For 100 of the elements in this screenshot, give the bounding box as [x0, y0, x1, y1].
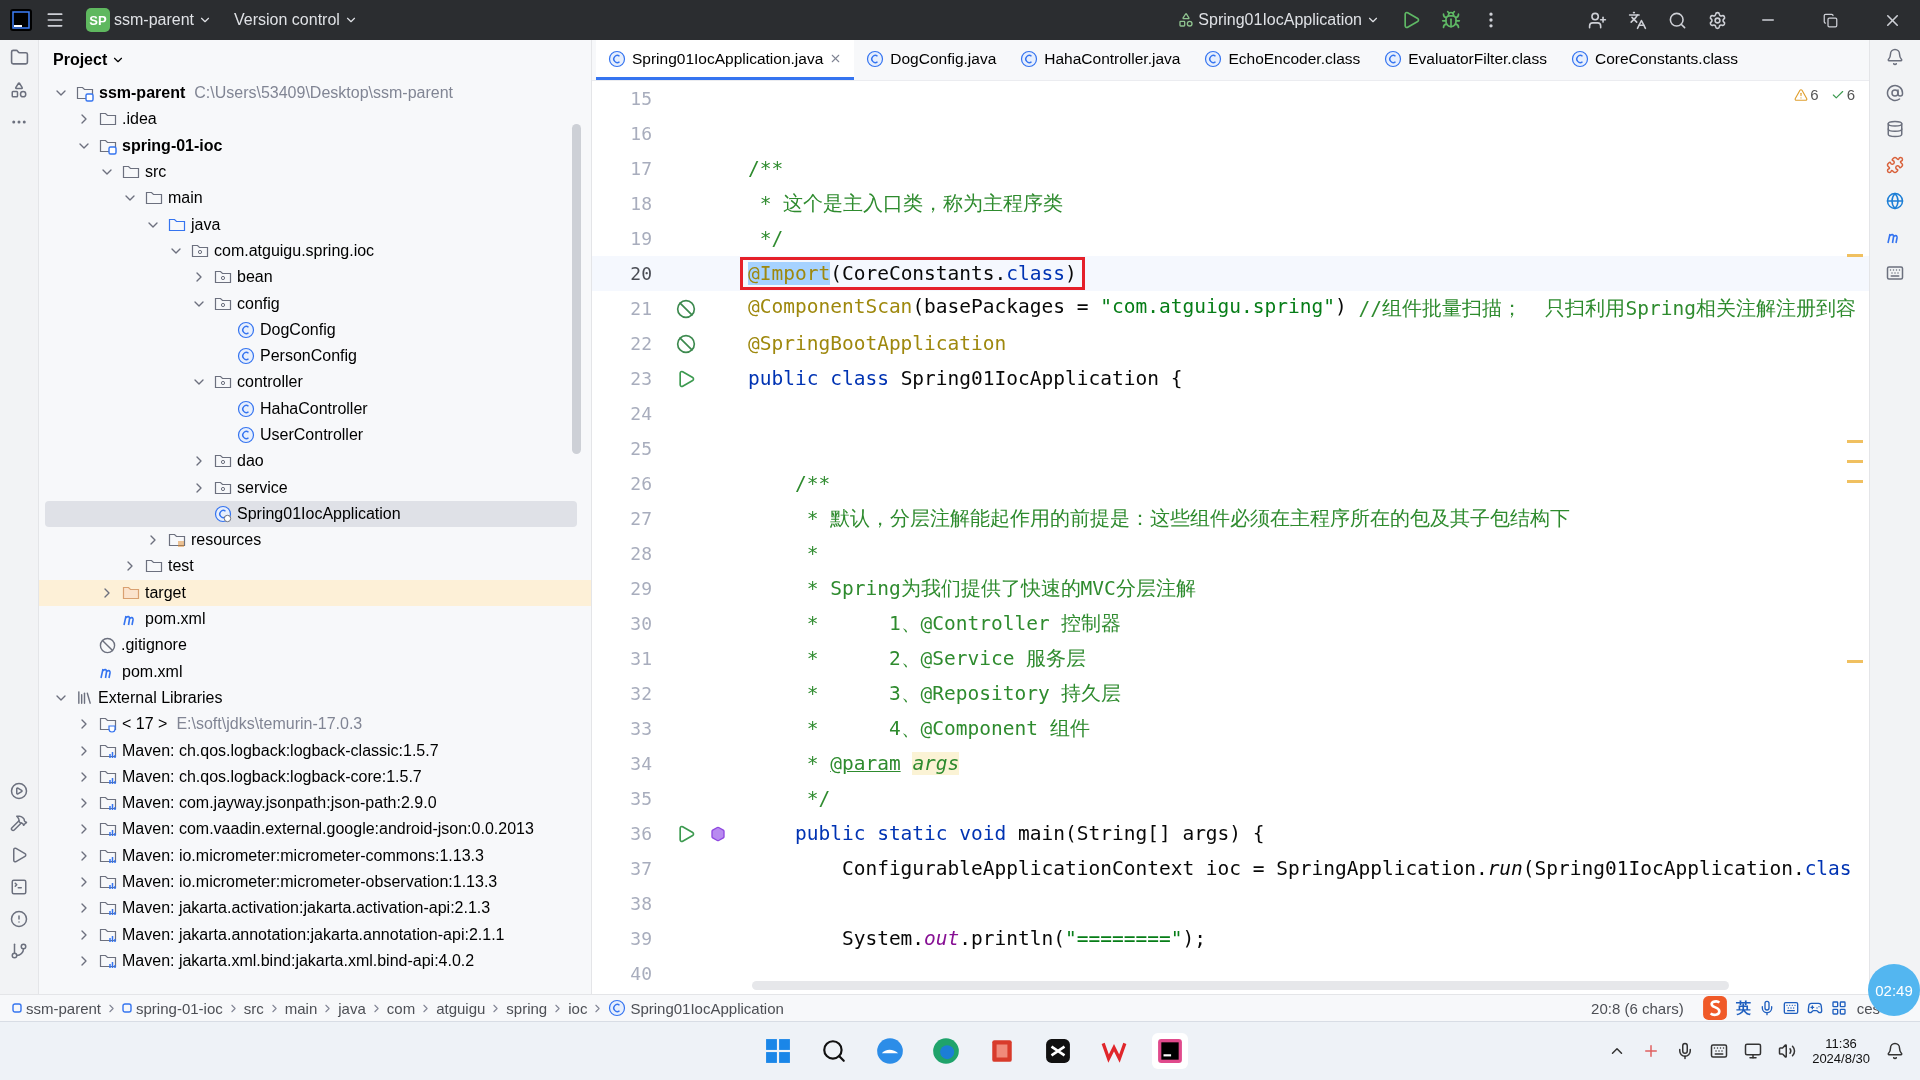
volume-icon[interactable] — [1778, 1042, 1797, 1060]
tree-item[interactable]: config — [39, 290, 591, 317]
run-icon[interactable] — [676, 823, 696, 844]
breadcrumb[interactable]: spring-01-ioc — [122, 999, 223, 1017]
terminal-tool-icon[interactable] — [10, 878, 28, 896]
input-mode[interactable]: 英 — [1735, 998, 1751, 1018]
tree-item[interactable]: .gitignore — [39, 632, 591, 659]
tree-item[interactable]: HahaController — [39, 395, 591, 422]
tree-item[interactable]: External Libraries — [39, 684, 591, 712]
breadcrumb[interactable]: ioc — [568, 999, 588, 1017]
breadcrumb[interactable]: java — [338, 999, 366, 1017]
taskbar-app-button[interactable] — [1152, 1033, 1188, 1069]
editor-tab[interactable]: HahaController.java — [1008, 40, 1193, 80]
tree-item[interactable]: bean — [39, 264, 591, 291]
editor-tab[interactable]: EchoEncoder.class — [1192, 40, 1373, 80]
browser-icon[interactable] — [1886, 192, 1904, 210]
breadcrumb[interactable]: spring — [506, 999, 548, 1017]
search-icon[interactable] — [821, 1038, 847, 1064]
problems-tool-icon[interactable] — [10, 910, 28, 928]
breadcrumb[interactable]: com — [386, 999, 416, 1017]
translate-icon[interactable] — [1627, 10, 1647, 30]
tree-item[interactable]: pom.xml — [39, 658, 591, 685]
tree-item[interactable]: java — [39, 211, 591, 238]
breadcrumb[interactable]: ssm-parent — [12, 999, 102, 1017]
run-tool-icon[interactable] — [10, 846, 28, 864]
structure-tool-icon[interactable] — [10, 81, 28, 99]
tree-item[interactable]: Spring01IocApplication — [45, 500, 577, 528]
tree-item[interactable]: Maven: jakarta.activation:jakarta.activation-api:2.1.3 — [39, 895, 591, 922]
tree-item[interactable]: pom.xml — [39, 605, 591, 633]
project-switcher[interactable]: SP ssm-parent — [78, 5, 221, 35]
tree-item[interactable]: .idea — [39, 106, 591, 133]
breadcrumb[interactable]: src — [243, 999, 264, 1017]
keyboard-icon[interactable] — [1782, 1000, 1799, 1016]
panel-title[interactable]: Project — [53, 51, 126, 69]
override-marker-icon[interactable] — [710, 825, 726, 842]
input-method-icon[interactable] — [1701, 995, 1728, 1021]
tree-item[interactable]: Maven: io.micrometer:micrometer-commons:1.13.3 — [39, 842, 591, 869]
bean-marker-icon[interactable] — [676, 298, 696, 319]
editor-tab[interactable]: Spring01IocApplication.java — [596, 40, 855, 80]
bean-marker-icon[interactable] — [676, 333, 696, 354]
document-app-icon[interactable] — [989, 1038, 1015, 1064]
build-tool-icon[interactable] — [10, 814, 28, 832]
tree-item[interactable]: DogConfig — [39, 316, 591, 343]
tree-item[interactable]: spring-01-ioc — [39, 132, 591, 159]
tree-item[interactable]: target — [39, 579, 591, 606]
tree-item[interactable]: Maven: ch.qos.logback:logback-core:1.5.7 — [39, 763, 591, 790]
gamepad-icon[interactable] — [1806, 1000, 1823, 1016]
windows-start-icon[interactable] — [765, 1038, 791, 1064]
tree-item[interactable]: test — [39, 553, 591, 580]
tree-item[interactable]: com.atguigu.spring.ioc — [39, 237, 591, 265]
display-icon[interactable] — [1744, 1042, 1763, 1060]
video-editor-icon[interactable] — [1045, 1038, 1071, 1064]
vcs-menu[interactable]: Version control — [226, 5, 366, 35]
tree-item[interactable]: controller — [39, 369, 591, 396]
debug-icon[interactable] — [1441, 10, 1461, 30]
tree-item[interactable]: Maven: com.jayway.jsonpath:json-path:2.9.0 — [39, 790, 591, 817]
tree-item[interactable]: Maven: ch.qos.logback:logback-classic:1.5.7 — [39, 737, 591, 764]
run-icon[interactable] — [676, 368, 696, 389]
restore-icon[interactable] — [1822, 12, 1838, 28]
git-tool-icon[interactable] — [10, 942, 28, 960]
run-config-selector[interactable]: Spring01IocApplication — [1170, 5, 1388, 35]
tree-item[interactable]: resources — [39, 527, 591, 554]
tree-item[interactable]: ssm-parent C:\Users\53409\Desktop\ssm-parent — [39, 80, 591, 107]
tree-item[interactable]: Maven: io.micrometer:micrometer-observation:1.13.3 — [39, 868, 591, 896]
scrollbar[interactable] — [752, 981, 1729, 990]
caret-position[interactable]: 20:8 (6 chars) — [1591, 999, 1684, 1017]
services-tool-icon[interactable] — [10, 782, 28, 800]
browser-icon[interactable] — [932, 1037, 960, 1065]
tree-item[interactable]: < 17 > E:\soft\jdks\temurin-17.0.3 — [39, 711, 591, 738]
tree-item[interactable]: service — [39, 474, 591, 501]
scrollbar[interactable] — [572, 124, 581, 454]
grid-icon[interactable] — [1830, 1000, 1847, 1016]
breadcrumb[interactable]: main — [284, 999, 318, 1017]
database-icon[interactable] — [1886, 120, 1904, 138]
tree-item[interactable]: Maven: jakarta.annotation:jakarta.annotation-api:2.1.1 — [39, 921, 591, 948]
editor-tab[interactable]: CoreConstants.class — [1558, 40, 1750, 80]
plugin-icon[interactable] — [1886, 156, 1904, 174]
tree-item[interactable]: src — [39, 158, 591, 186]
run-icon[interactable] — [1401, 10, 1421, 30]
clock[interactable]: 11:36 2024/8/30 — [1812, 1036, 1870, 1066]
settings-icon[interactable] — [1707, 10, 1727, 30]
tree-item[interactable]: PersonConfig — [39, 342, 591, 370]
editor-tab[interactable]: DogConfig.java — [854, 40, 1009, 80]
taskbar-app-icon[interactable] — [876, 1037, 904, 1065]
keyboard-icon[interactable] — [1710, 1042, 1729, 1060]
notifications-icon[interactable] — [1886, 1042, 1904, 1060]
tree-item[interactable]: Maven: jakarta.xml.bind:jakarta.xml.bind-api:4.0.2 — [39, 947, 591, 975]
tree-item[interactable]: main — [39, 185, 591, 212]
menu-icon[interactable] — [45, 10, 65, 30]
tree-item[interactable]: Maven: com.vaadin.external.google:android-json:0.0.2013 — [39, 816, 591, 843]
breadcrumb[interactable]: atguigu — [436, 999, 486, 1017]
tree-item[interactable]: dao — [39, 448, 591, 475]
search-icon[interactable] — [1667, 10, 1687, 30]
assistant-icon[interactable] — [1886, 84, 1904, 102]
app-logo-icon[interactable] — [10, 9, 32, 31]
editor-tab[interactable]: EvaluatorFilter.class — [1372, 40, 1559, 80]
keymap-icon[interactable] — [1886, 264, 1904, 282]
project-tool-icon[interactable] — [9, 48, 29, 67]
add-user-icon[interactable] — [1587, 10, 1607, 30]
tree-item[interactable]: UserController — [39, 421, 591, 449]
